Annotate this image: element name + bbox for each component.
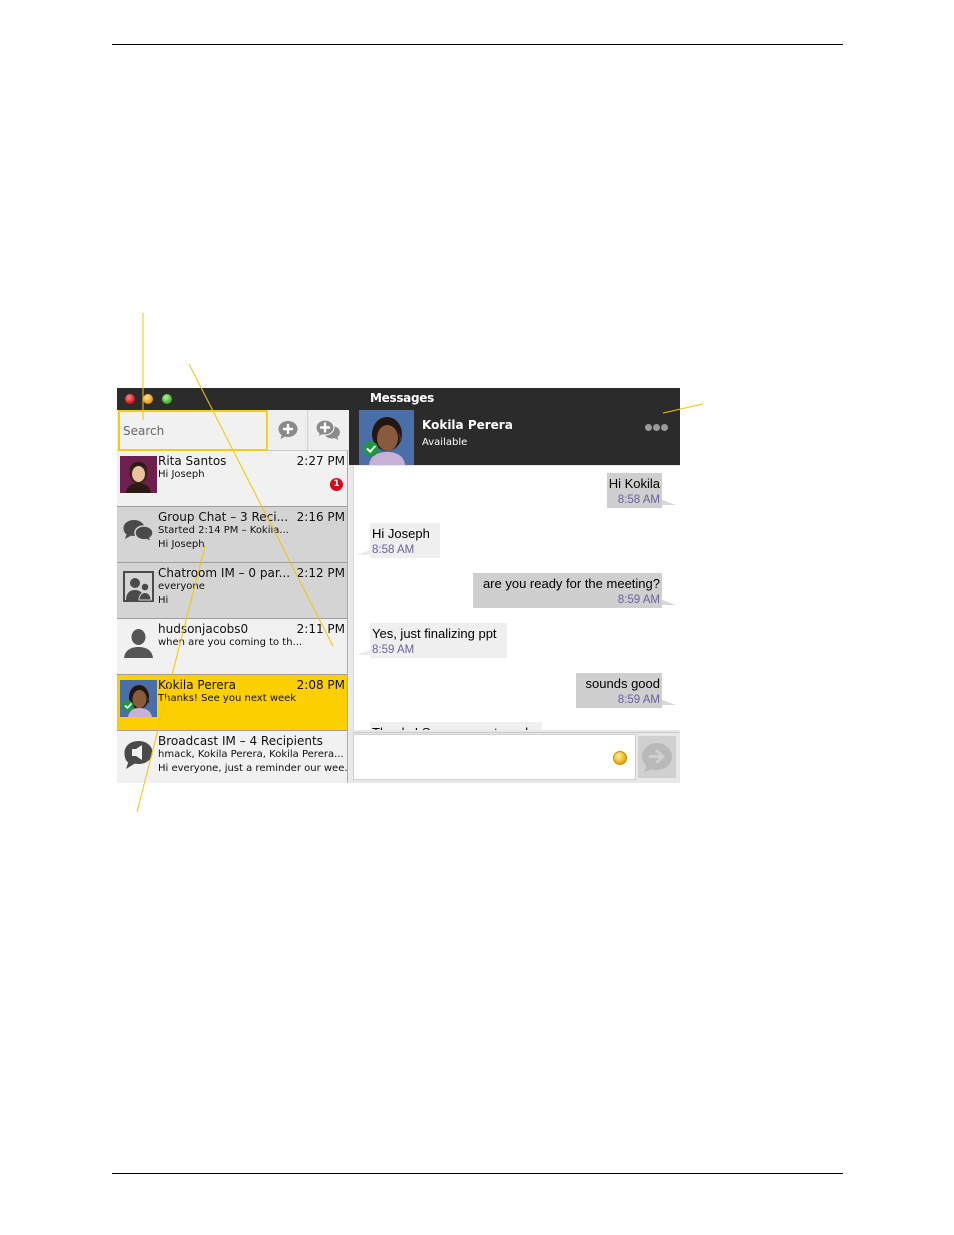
ellipsis-dot-icon	[653, 424, 660, 431]
message-time: 8:58 AM	[372, 544, 415, 556]
message-bubble-outgoing: are you ready for the meeting? 8:59 AM	[472, 573, 677, 608]
conversation-item-chatroom[interactable]: Chatroom IM – 0 par... 2:12 PM everyone …	[117, 563, 347, 619]
conversation-preview: Thanks! See you next week	[158, 693, 297, 704]
ellipsis-dot-icon	[661, 424, 668, 431]
zoom-window-button[interactable]	[162, 394, 172, 404]
chatroom-icon	[120, 568, 157, 605]
broadcast-icon	[120, 736, 157, 773]
conversation-name: Kokila Perera	[158, 678, 236, 692]
emoji-icon[interactable]	[613, 751, 627, 765]
unread-badge: 1	[330, 478, 343, 491]
page-header-rule	[112, 44, 843, 45]
conversation-name: Chatroom IM – 0 par...	[158, 566, 291, 580]
minimize-window-button[interactable]	[143, 394, 153, 404]
message-bubble-outgoing: Hi Kokila 8:58 AM	[606, 473, 677, 508]
conversation-preview-2: Hi Joseph	[158, 539, 205, 550]
conversation-preview-2: Hi everyone, just a reminder our wee.	[158, 763, 348, 774]
conversation-item-group-chat[interactable]: Group Chat – 3 Reci... 2:16 PM Started 2…	[117, 507, 347, 563]
contact-header: Kokila Perera Available	[349, 410, 680, 465]
plus-bubble-icon	[278, 421, 298, 439]
search-box[interactable]	[118, 410, 268, 451]
message-text: Yes, just finalizing ppt	[372, 626, 497, 641]
search-input[interactable]	[123, 424, 261, 438]
conversation-item-hudsonjacobs0[interactable]: hudsonjacobs0 2:11 PM when are you comin…	[117, 619, 347, 675]
conversation-item-rita-santos[interactable]: Rita Santos 2:27 PM Hi Joseph 1	[117, 451, 347, 507]
send-button[interactable]	[638, 736, 676, 778]
message-bubble-incoming-clipped: Thanks! See you next week	[370, 722, 542, 730]
message-input[interactable]	[353, 734, 636, 780]
conversation-name: hudsonjacobs0	[158, 622, 249, 636]
conversation-preview: Started 2:14 PM – Kokila...	[158, 525, 289, 536]
close-window-button[interactable]	[125, 394, 135, 404]
message-history[interactable]: Hi Kokila 8:58 AM Hi Joseph 8:58 AM are …	[353, 466, 680, 730]
conversation-toolbar	[117, 410, 349, 451]
message-bubble-incoming: Yes, just finalizing ppt 8:59 AM	[356, 623, 507, 658]
conversation-name: Broadcast IM – 4 Recipients	[158, 734, 323, 748]
title-bar: Messages	[117, 388, 680, 410]
person-icon	[120, 624, 157, 661]
conversation-list: Rita Santos 2:27 PM Hi Joseph 1 Group Ch…	[117, 451, 348, 783]
conversation-time: 2:11 PM	[296, 622, 345, 636]
more-options-button[interactable]	[645, 424, 668, 431]
contact-avatar	[359, 410, 414, 465]
message-text: are you ready for the meeting?	[482, 576, 660, 591]
conversation-preview: when are you coming to th...	[158, 637, 303, 648]
conversation-time: 2:27 PM	[296, 454, 345, 468]
conversation-pane: Rita Santos 2:27 PM Hi Joseph 1 Group Ch…	[117, 410, 349, 783]
conversation-item-kokila-perera[interactable]: Kokila Perera 2:08 PM Thanks! See you ne…	[117, 675, 347, 731]
message-composer	[353, 732, 679, 783]
message-text: Hi Joseph	[372, 526, 430, 541]
page-footer-rule	[112, 1173, 843, 1174]
new-group-chat-button[interactable]	[307, 410, 348, 450]
conversation-preview: everyone	[158, 581, 205, 592]
ellipsis-dot-icon	[645, 424, 652, 431]
message-text: sounds good	[585, 676, 660, 691]
avatar-rita-santos	[120, 456, 157, 493]
conversation-preview: hmack, Kokila Perera, Kokila Perera...	[158, 749, 344, 760]
message-bubble-incoming: Hi Joseph 8:58 AM	[356, 523, 440, 558]
contact-name: Kokila Perera	[422, 418, 513, 432]
message-time: 8:58 AM	[617, 494, 660, 506]
conversation-item-broadcast[interactable]: Broadcast IM – 4 Recipients hmack, Kokil…	[117, 731, 347, 783]
window-title: Messages	[370, 391, 434, 405]
contact-status: Available	[422, 437, 468, 448]
message-text: Thanks! See you next week	[372, 725, 532, 730]
conversation-name: Rita Santos	[158, 454, 227, 468]
conversation-name: Group Chat – 3 Reci...	[158, 510, 289, 524]
message-time: 8:59 AM	[372, 644, 415, 656]
plus-double-bubble-icon	[315, 419, 340, 440]
conversation-time: 2:16 PM	[296, 510, 345, 524]
chat-pane: Kokila Perera Available Hi Kokila 8:58 A…	[349, 410, 680, 783]
conversation-time: 2:08 PM	[296, 678, 345, 692]
send-arrow-icon	[642, 743, 672, 772]
conversation-preview-2: Hi	[158, 595, 169, 606]
messages-window: Messages Search Rita Santos 2:27 PM Hi J…	[117, 388, 680, 783]
conversation-preview: Hi Joseph	[158, 469, 205, 480]
message-time: 8:59 AM	[617, 594, 660, 606]
message-time: 8:59 AM	[617, 694, 660, 706]
group-chat-icon	[120, 512, 157, 549]
message-text: Hi Kokila	[608, 476, 660, 491]
avatar-kokila-perera	[120, 680, 157, 717]
message-bubble-outgoing: sounds good 8:59 AM	[575, 673, 677, 708]
new-im-button[interactable]	[267, 410, 308, 450]
conversation-time: 2:12 PM	[296, 566, 345, 580]
